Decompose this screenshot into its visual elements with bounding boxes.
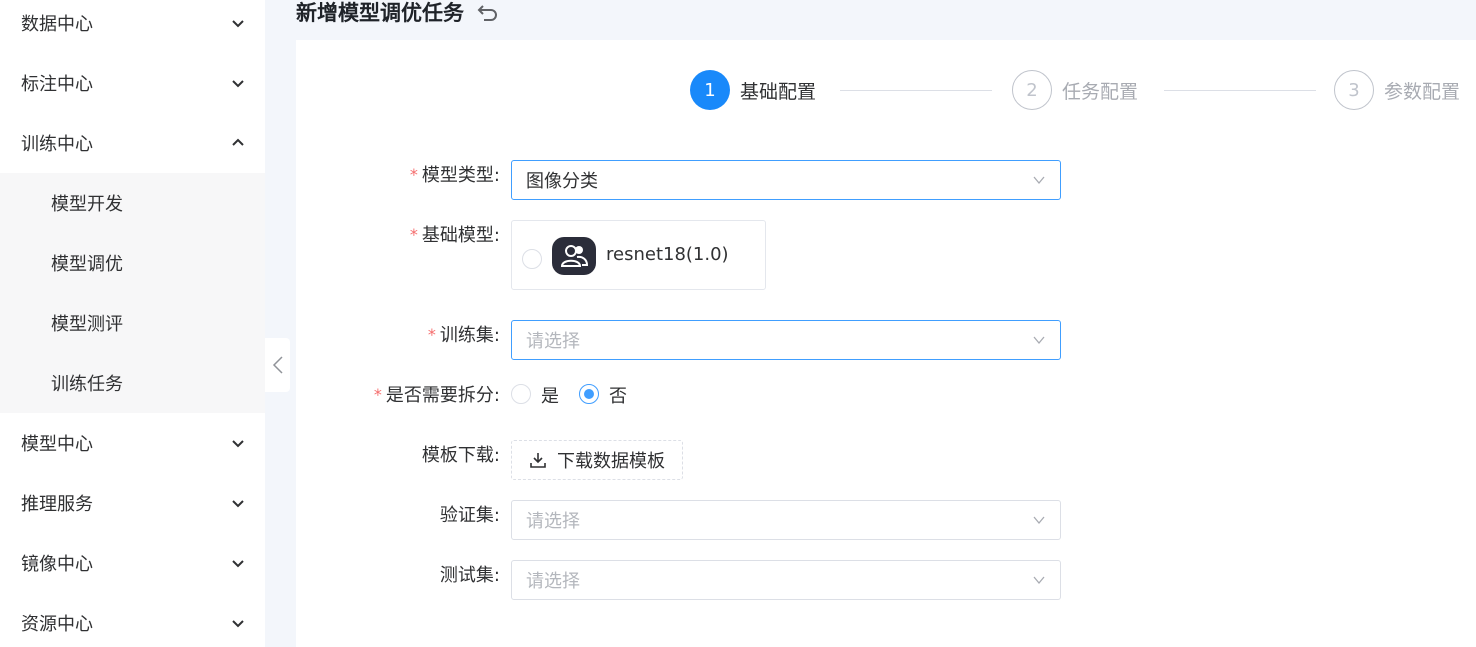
base-model-label: * 基础模型: [310,214,500,254]
page-title: 新增模型调优任务 [296,1,464,25]
chevron-down-icon [232,620,244,628]
required-mark: * [409,164,418,184]
menu-label: 标注中心 [21,74,93,95]
sub-item-training-task[interactable]: 训练任务 [0,353,265,413]
select-placeholder: 请选择 [526,331,580,352]
sub-item-label: 模型测评 [51,314,123,335]
select-placeholder: 请选择 [526,511,580,532]
model-type-label: * 模型类型: [310,154,500,194]
menu-label: 训练中心 [21,134,93,155]
step-2-label: 任务配置 [1062,80,1139,103]
required-mark: * [409,224,418,244]
menu-label: 模型中心 [21,434,93,455]
sub-item-model-eval[interactable]: 模型测评 [0,293,265,353]
download-icon [530,453,546,468]
required-mark: * [427,324,436,344]
label-text: 模型类型: [421,165,500,186]
split-label: * 是否需要拆分: [310,374,500,414]
chevron-down-icon [232,80,244,88]
label-text: 测试集: [439,565,500,586]
users-icon [560,245,589,267]
menu-item-label-center[interactable]: 标注中心 [0,53,265,113]
step-connector [840,90,992,91]
model-name: resnet18(1.0) [606,244,729,265]
page-header: 新增模型调优任务 [296,0,500,32]
menu-label: 资源中心 [21,614,93,635]
step-2-circle: 2 [1012,70,1052,110]
chevron-down-icon [232,440,244,448]
chevron-up-icon [232,138,244,146]
form-card: 1 基础配置 2 任务配置 3 参数配置 * 模型类型: 图像分类 * 基础模型… [296,40,1476,647]
menu-item-training-center[interactable]: 训练中心 [0,113,265,173]
menu-label: 镜像中心 [21,554,93,575]
chevron-down-icon [232,500,244,508]
menu-item-data-center[interactable]: 数据中心 [0,0,265,53]
menu-label: 数据中心 [21,14,93,35]
step-number: 2 [1026,79,1038,101]
train-set-select[interactable]: 请选择 [511,320,1061,360]
step-3-circle: 3 [1334,70,1374,110]
label-text: 验证集: [439,505,500,526]
sidebar-collapse-button[interactable] [265,338,290,392]
split-no-radio[interactable] [579,384,599,404]
menu-item-resource-center[interactable]: 资源中心 [0,593,265,647]
chevron-down-icon [232,20,244,28]
chevron-down-icon [232,560,244,568]
menu-label: 推理服务 [21,494,93,515]
step-1-label: 基础配置 [740,80,817,103]
menu-item-image-center[interactable]: 镜像中心 [0,533,265,593]
test-set-select[interactable]: 请选择 [511,560,1061,600]
base-model-option-card[interactable]: resnet18(1.0) [511,220,766,290]
val-set-select[interactable]: 请选择 [511,500,1061,540]
sub-item-model-tuning[interactable]: 模型调优 [0,233,265,293]
sidebar: 数据中心 标注中心 训练中心 模型开发 模型调优 模型测评 训练任务 模型中心 … [0,0,265,647]
chevron-down-icon [1033,336,1045,345]
test-set-label: 测试集: [310,554,500,594]
train-set-label: * 训练集: [310,314,500,354]
chevron-down-icon [1033,516,1045,525]
split-yes-radio[interactable] [511,384,531,404]
template-label: 模板下载: [310,434,500,474]
chevron-down-icon [1033,576,1045,585]
step-number: 1 [704,79,716,101]
step-connector [1164,90,1316,91]
sub-item-label: 模型开发 [51,194,123,215]
base-model-radio[interactable] [522,249,542,269]
label-text: 是否需要拆分: [385,385,500,406]
chevron-left-icon [272,356,283,374]
menu-item-model-center[interactable]: 模型中心 [0,413,265,473]
model-avatar [552,237,596,275]
label-text: 基础模型: [421,225,500,246]
select-placeholder: 请选择 [526,571,580,592]
model-type-select[interactable]: 图像分类 [511,160,1061,200]
split-yes-label[interactable]: 是 [541,382,559,408]
label-text: 训练集: [439,325,500,346]
chevron-down-icon [1033,176,1045,185]
sub-item-label: 模型调优 [51,254,123,275]
label-text: 模板下载: [421,445,500,466]
button-label: 下载数据模板 [557,451,665,472]
step-number: 3 [1348,79,1360,101]
required-mark: * [373,384,382,404]
step-3-label: 参数配置 [1384,80,1461,103]
split-no-label[interactable]: 否 [609,382,627,408]
sub-item-label: 训练任务 [51,374,123,395]
sub-item-model-dev[interactable]: 模型开发 [0,173,265,233]
download-template-button[interactable]: 下载数据模板 [511,440,683,480]
select-value: 图像分类 [526,171,598,192]
back-icon[interactable] [476,0,500,24]
val-set-label: 验证集: [310,494,500,534]
menu-item-inference[interactable]: 推理服务 [0,473,265,533]
step-1-circle: 1 [690,70,730,110]
